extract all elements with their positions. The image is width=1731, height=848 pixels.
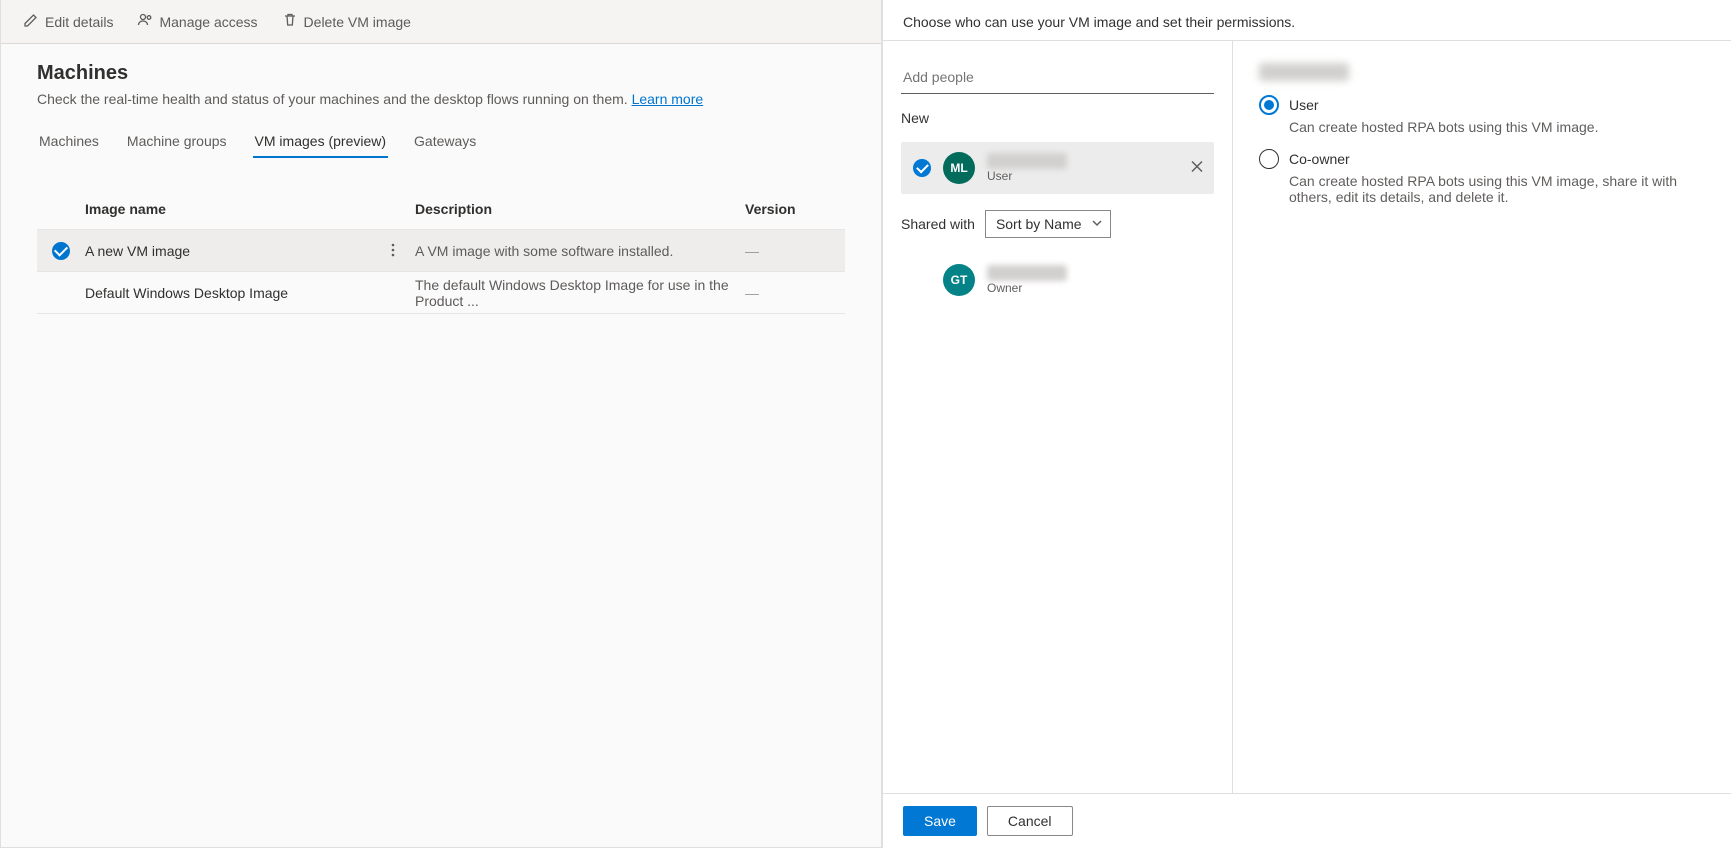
content: Machines Check the real-time health and … xyxy=(1,44,881,332)
page-title: Machines xyxy=(37,62,845,85)
col-version[interactable]: Version xyxy=(745,201,845,217)
radio-coowner[interactable] xyxy=(1259,149,1279,169)
edit-details-button[interactable]: Edit details xyxy=(13,6,123,37)
person-name-redacted xyxy=(987,153,1067,169)
person-name-redacted xyxy=(987,265,1067,281)
delete-vm-button[interactable]: Delete VM image xyxy=(272,6,421,37)
add-people-input[interactable] xyxy=(901,61,1214,94)
avatar: GT xyxy=(943,264,975,296)
new-person-card[interactable]: ML User xyxy=(901,142,1214,194)
sort-value: Sort by Name xyxy=(996,216,1082,232)
tabs: Machines Machine groups VM images (previ… xyxy=(37,125,845,160)
checkmark-icon xyxy=(913,159,931,177)
panel-permissions: User Can create hosted RPA bots using th… xyxy=(1233,41,1731,793)
new-label: New xyxy=(901,110,1214,126)
permission-title-redacted xyxy=(1259,63,1349,81)
save-button[interactable]: Save xyxy=(903,806,977,836)
panel-people: New ML User Shared with Sort by Name xyxy=(883,41,1233,793)
cancel-button[interactable]: Cancel xyxy=(987,806,1073,836)
manage-access-button[interactable]: Manage access xyxy=(127,6,267,37)
radio-user-desc: Can create hosted RPA bots using this VM… xyxy=(1289,119,1705,135)
manage-label: Manage access xyxy=(159,14,257,30)
radio-coowner-desc: Can create hosted RPA bots using this VM… xyxy=(1289,173,1705,205)
people-icon xyxy=(137,12,153,31)
chevron-down-icon xyxy=(1091,216,1103,232)
trash-icon xyxy=(282,12,298,31)
radio-user-label: User xyxy=(1289,97,1319,113)
row-more-icon[interactable] xyxy=(385,242,401,261)
edit-label: Edit details xyxy=(45,14,113,30)
row-desc: A VM image with some software installed. xyxy=(415,243,745,259)
radio-coowner-label: Co-owner xyxy=(1289,151,1350,167)
panel-description: Choose who can use your VM image and set… xyxy=(883,0,1731,40)
row-version: — xyxy=(745,285,845,301)
toolbar: Edit details Manage access Delete VM ima… xyxy=(1,0,881,44)
subtitle-text: Check the real-time health and status of… xyxy=(37,91,632,107)
row-version: — xyxy=(745,243,845,259)
avatar: ML xyxy=(943,152,975,184)
share-panel: Choose who can use your VM image and set… xyxy=(882,0,1731,848)
shared-with-label: Shared with xyxy=(901,216,975,232)
pencil-icon xyxy=(23,12,39,31)
shared-person-card[interactable]: GT Owner xyxy=(901,254,1214,306)
panel-footer: Save Cancel xyxy=(883,793,1731,848)
page-subtitle: Check the real-time health and status of… xyxy=(37,91,845,107)
tab-vm-images[interactable]: VM images (preview) xyxy=(253,125,388,159)
col-description[interactable]: Description xyxy=(415,201,745,217)
tab-machine-groups[interactable]: Machine groups xyxy=(125,125,229,159)
delete-label: Delete VM image xyxy=(304,14,411,30)
row-name: Default Windows Desktop Image xyxy=(85,285,415,301)
col-image-name[interactable]: Image name xyxy=(85,201,415,217)
vm-images-table: Image name Description Version A new VM … xyxy=(37,188,845,314)
learn-more-link[interactable]: Learn more xyxy=(632,91,704,107)
person-role: Owner xyxy=(987,281,1067,295)
person-role: User xyxy=(987,169,1067,183)
tab-gateways[interactable]: Gateways xyxy=(412,125,478,159)
radio-user[interactable] xyxy=(1259,95,1279,115)
row-name: A new VM image xyxy=(85,243,415,259)
table-header: Image name Description Version xyxy=(37,188,845,230)
main-pane: Edit details Manage access Delete VM ima… xyxy=(0,0,882,848)
row-checkbox[interactable] xyxy=(52,242,70,260)
table-row[interactable]: Default Windows Desktop Image The defaul… xyxy=(37,272,845,314)
remove-person-button[interactable] xyxy=(1190,160,1204,177)
tab-machines[interactable]: Machines xyxy=(37,125,101,159)
row-desc: The default Windows Desktop Image for us… xyxy=(415,277,745,309)
table-row[interactable]: A new VM image A VM image with some soft… xyxy=(37,230,845,272)
